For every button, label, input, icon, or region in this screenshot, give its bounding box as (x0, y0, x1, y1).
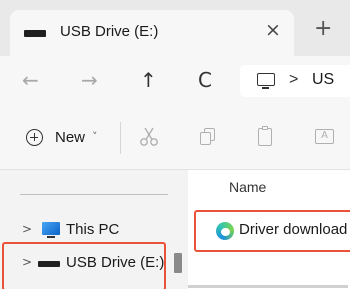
tab-usb-drive[interactable]: USB Drive (E:) × (10, 10, 294, 56)
cut-icon[interactable] (138, 126, 160, 148)
plus-icon (26, 129, 43, 146)
nav-scrollbar-thumb[interactable] (174, 253, 182, 273)
toolbar-divider (120, 122, 121, 154)
up-button[interactable]: ↑ (140, 69, 157, 91)
breadcrumb-usb-drive[interactable]: US (312, 71, 334, 89)
horizontal-scrollbar[interactable] (188, 285, 348, 288)
tab-strip: USB Drive (E:) × + (0, 0, 350, 56)
nav-divider (20, 194, 168, 195)
chevron-down-icon: ˅ (92, 130, 98, 143)
highlight-box-usb-drive (2, 242, 166, 289)
new-tab-button[interactable]: + (314, 18, 332, 40)
refresh-button[interactable]: C (198, 69, 212, 91)
sidebar-item-label: This PC (66, 221, 120, 238)
file-list: Name Driver download (188, 170, 350, 289)
usb-drive-icon (24, 30, 46, 37)
file-name: Driver download (239, 221, 348, 238)
column-header-name[interactable]: Name (229, 179, 266, 195)
sidebar-item-this-pc[interactable]: > This PC (0, 215, 168, 245)
copy-icon[interactable] (197, 126, 219, 148)
back-button[interactable]: ← (22, 69, 39, 91)
monitor-icon (42, 222, 60, 238)
rename-icon[interactable]: A (313, 126, 335, 148)
close-tab-button[interactable]: × (265, 19, 281, 41)
new-button-label: New (55, 129, 86, 146)
tab-title: USB Drive (E:) (60, 23, 159, 40)
breadcrumb-separator[interactable]: > (289, 71, 298, 89)
edge-icon (216, 222, 234, 240)
address-bar[interactable]: > US (240, 65, 350, 97)
command-bar: New ˅ A (0, 106, 350, 170)
navigation-bar: ← → ↑ C > US (0, 56, 350, 106)
monitor-icon[interactable] (257, 73, 275, 89)
forward-button[interactable]: → (81, 69, 98, 91)
new-button[interactable]: New ˅ (10, 120, 110, 154)
paste-icon[interactable] (254, 126, 276, 148)
expand-chevron-icon[interactable]: > (22, 222, 32, 236)
list-item[interactable]: Driver download (194, 210, 350, 252)
